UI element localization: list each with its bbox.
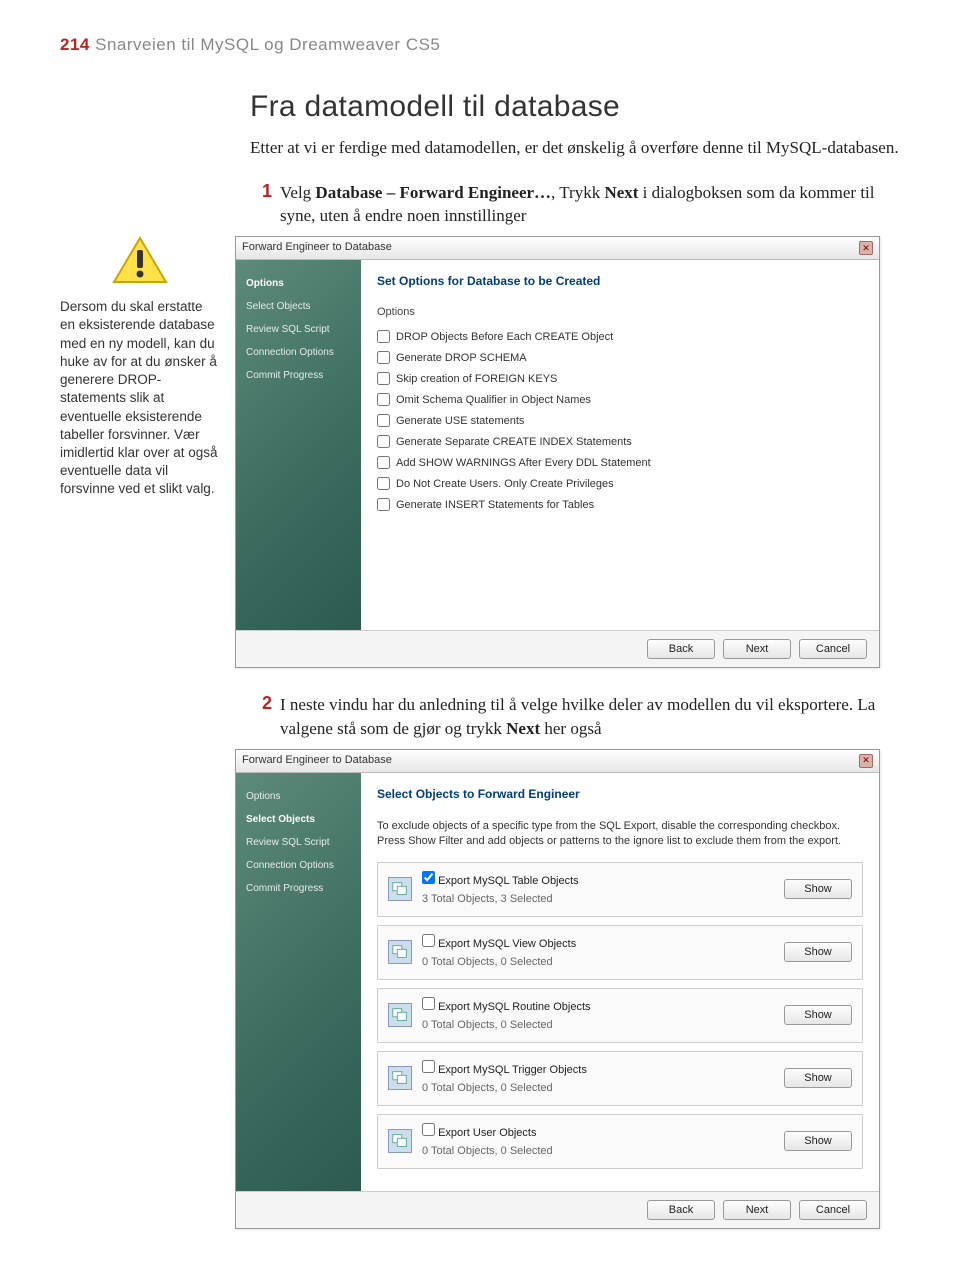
cancel-button[interactable]: Cancel <box>799 1200 867 1220</box>
intro-text: Etter at vi er ferdige med datamodellen,… <box>250 136 900 161</box>
export-row: Export MySQL Routine Objects 0 Total Obje… <box>377 988 863 1043</box>
wizard-step-select[interactable]: Select Objects <box>246 295 351 318</box>
export-label: Export MySQL View Objects <box>438 938 576 950</box>
export-checkbox[interactable]: Export User Objects <box>422 1127 536 1139</box>
export-count: 3 Total Objects, 3 Selected <box>422 891 774 908</box>
table-icon <box>388 1129 412 1153</box>
dialog-sidebar: Options Select Objects Review SQL Script… <box>236 773 361 1191</box>
option-drop-schema[interactable]: Generate DROP SCHEMA <box>377 347 863 368</box>
table-icon <box>388 1066 412 1090</box>
wizard-step-review[interactable]: Review SQL Script <box>246 318 351 341</box>
option-drop-objects[interactable]: DROP Objects Before Each CREATE Object <box>377 326 863 347</box>
page-number: 214 <box>60 35 90 54</box>
export-count: 0 Total Objects, 0 Selected <box>422 1143 774 1160</box>
option-skip-fk[interactable]: Skip creation of FOREIGN KEYS <box>377 368 863 389</box>
dialog-forward-engineer-options: Forward Engineer to Database ✕ Options S… <box>235 236 880 668</box>
show-button[interactable]: Show <box>784 879 852 899</box>
export-label: Export MySQL Routine Objects <box>438 1001 590 1013</box>
export-checkbox[interactable]: Export MySQL Table Objects <box>422 875 579 887</box>
option-use-statements[interactable]: Generate USE statements <box>377 410 863 431</box>
next-button[interactable]: Next <box>723 639 791 659</box>
close-icon[interactable]: ✕ <box>859 241 873 255</box>
export-row: Export MySQL Table Objects 3 Total Object… <box>377 862 863 917</box>
show-button[interactable]: Show <box>784 1131 852 1151</box>
dialog-sidebar: Options Select Objects Review SQL Script… <box>236 260 361 630</box>
dialog-section-title: Select Objects to Forward Engineer <box>377 787 863 801</box>
export-row: Export MySQL Trigger Objects 0 Total Obje… <box>377 1051 863 1106</box>
page-header: 214 Snarveien til MySQL og Dreamweaver C… <box>60 35 900 55</box>
back-button[interactable]: Back <box>647 639 715 659</box>
wizard-step-options[interactable]: Options <box>246 272 351 295</box>
export-label: Export MySQL Table Objects <box>438 875 579 887</box>
show-button[interactable]: Show <box>784 1068 852 1088</box>
dialog-section-title: Set Options for Database to be Created <box>377 274 863 288</box>
warning-icon <box>112 236 168 286</box>
export-checkbox[interactable]: Export MySQL Trigger Objects <box>422 1064 587 1076</box>
back-button[interactable]: Back <box>647 1200 715 1220</box>
option-omit-schema[interactable]: Omit Schema Qualifier in Object Names <box>377 389 863 410</box>
export-checkbox[interactable]: Export MySQL Routine Objects <box>422 1001 591 1013</box>
export-count: 0 Total Objects, 0 Selected <box>422 1017 774 1034</box>
option-insert-statements[interactable]: Generate INSERT Statements for Tables <box>377 494 863 515</box>
step-2-text: I neste vindu har du anledning til å vel… <box>280 693 900 741</box>
table-icon <box>388 940 412 964</box>
close-icon[interactable]: ✕ <box>859 754 873 768</box>
option-create-index[interactable]: Generate Separate CREATE INDEX Statement… <box>377 431 863 452</box>
dialog-titlebar: Forward Engineer to Database ✕ <box>236 750 879 773</box>
dialog-forward-engineer-select: Forward Engineer to Database ✕ Options S… <box>235 749 880 1229</box>
wizard-step-connection[interactable]: Connection Options <box>246 854 351 877</box>
show-button[interactable]: Show <box>784 942 852 962</box>
dialog-description: To exclude objects of a specific type fr… <box>377 819 863 850</box>
export-label: Export MySQL Trigger Objects <box>438 1064 587 1076</box>
export-count: 0 Total Objects, 0 Selected <box>422 1080 774 1097</box>
step-number: 2 <box>250 693 272 741</box>
step-1-text: Velg Database – Forward Engineer…, Trykk… <box>280 181 900 229</box>
wizard-step-commit[interactable]: Commit Progress <box>246 877 351 900</box>
sidebar-note: Dersom du skal erstatte en eksisterende … <box>60 298 220 498</box>
export-row: Export User Objects 0 Total Objects, 0 Se… <box>377 1114 863 1169</box>
next-button[interactable]: Next <box>723 1200 791 1220</box>
show-button[interactable]: Show <box>784 1005 852 1025</box>
export-count: 0 Total Objects, 0 Selected <box>422 954 774 971</box>
export-checkbox[interactable]: Export MySQL View Objects <box>422 938 576 950</box>
dialog-titlebar: Forward Engineer to Database ✕ <box>236 237 879 260</box>
dialog-title: Forward Engineer to Database <box>242 241 392 255</box>
book-title: Snarveien til MySQL og Dreamweaver CS5 <box>95 35 440 54</box>
table-icon <box>388 1003 412 1027</box>
cancel-button[interactable]: Cancel <box>799 639 867 659</box>
step-number: 1 <box>250 181 272 229</box>
export-label: Export User Objects <box>438 1127 536 1139</box>
wizard-step-commit[interactable]: Commit Progress <box>246 364 351 387</box>
wizard-step-connection[interactable]: Connection Options <box>246 341 351 364</box>
options-label: Options <box>377 306 863 318</box>
section-heading: Fra datamodell til database <box>250 90 900 124</box>
wizard-step-options[interactable]: Options <box>246 785 351 808</box>
export-row: Export MySQL View Objects 0 Total Objects… <box>377 925 863 980</box>
wizard-step-review[interactable]: Review SQL Script <box>246 831 351 854</box>
option-no-users[interactable]: Do Not Create Users. Only Create Privile… <box>377 473 863 494</box>
wizard-step-select[interactable]: Select Objects <box>246 808 351 831</box>
dialog-title: Forward Engineer to Database <box>242 754 392 768</box>
table-icon <box>388 877 412 901</box>
option-show-warnings[interactable]: Add SHOW WARNINGS After Every DDL Statem… <box>377 452 863 473</box>
